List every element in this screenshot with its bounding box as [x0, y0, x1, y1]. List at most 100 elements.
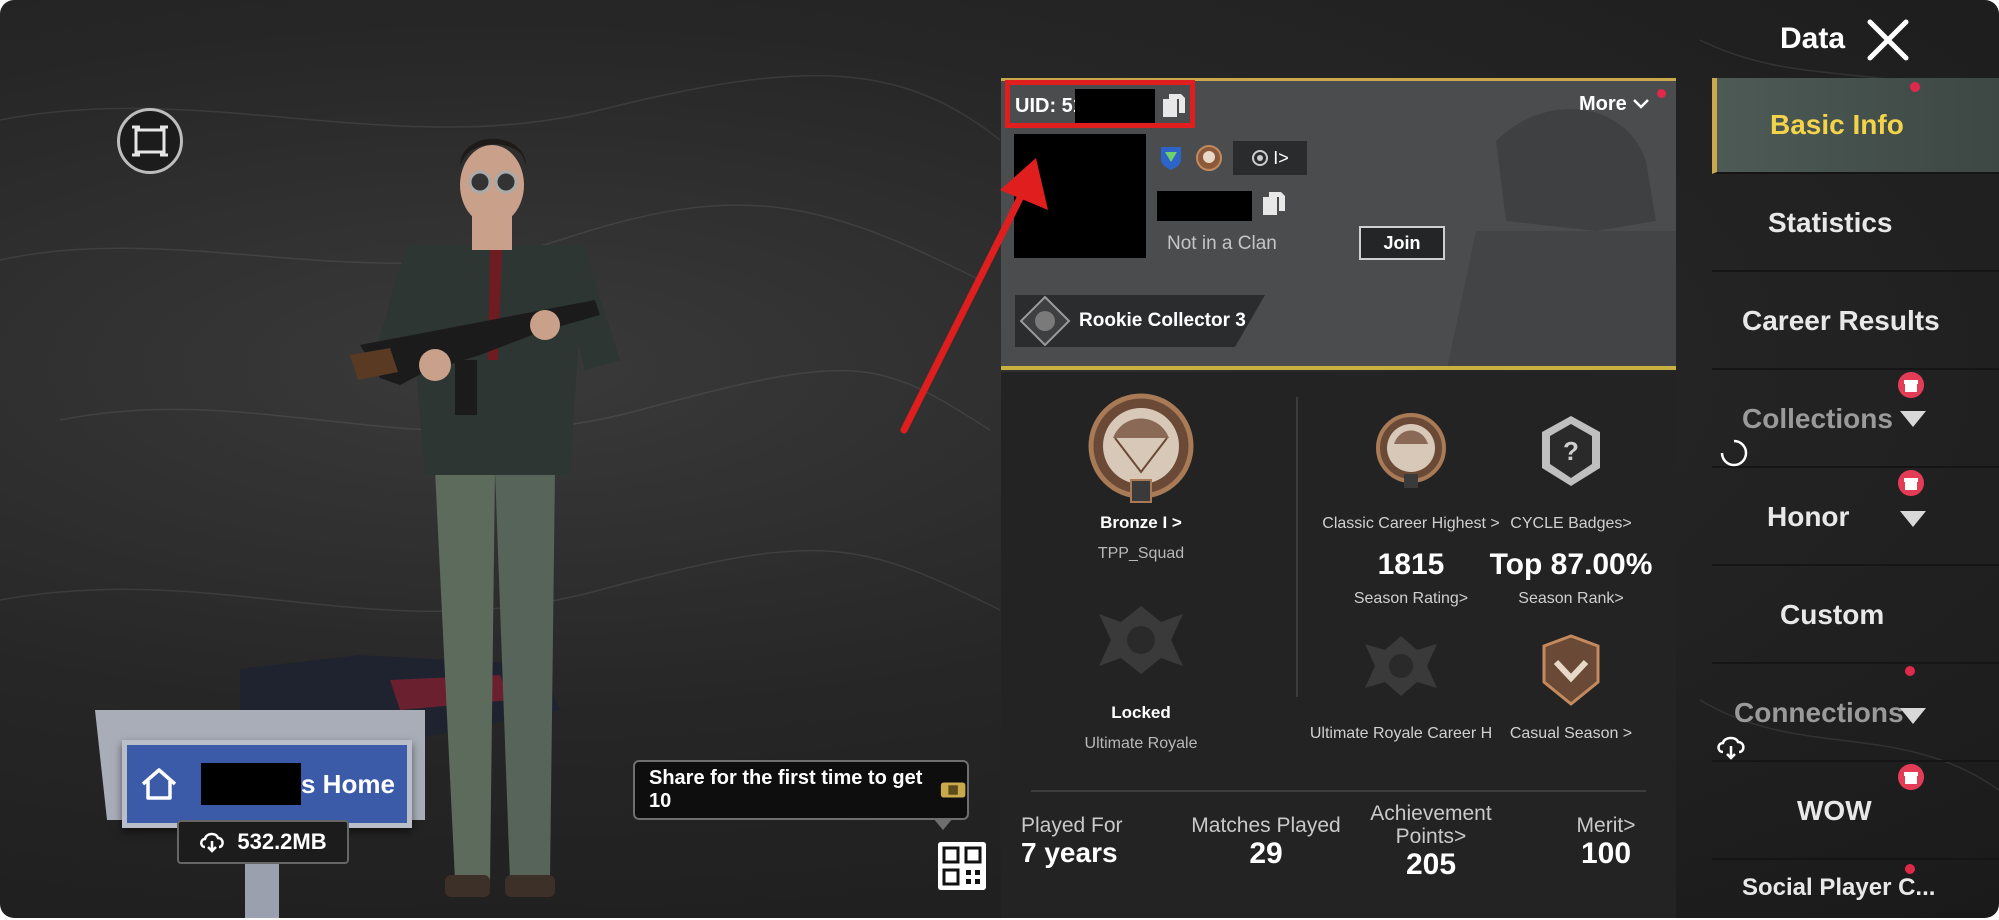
notification-dot	[1905, 666, 1915, 676]
season-rating[interactable]: 1815 Season Rating>	[1321, 548, 1501, 608]
shield-badge-icon[interactable]	[1157, 144, 1185, 172]
classic-highest-icon	[1376, 413, 1446, 488]
download-size-text: 532.2MB	[237, 829, 327, 854]
profile-badges: I>	[1157, 141, 1307, 175]
classic-highest-label: Classic Career Highest >	[1322, 515, 1500, 532]
chevron-down-icon	[1900, 708, 1926, 724]
merit-block[interactable]: Merit> 100	[1551, 814, 1661, 871]
achievement-label-line1: Achievement	[1370, 802, 1492, 825]
notification-dot	[1910, 82, 1920, 92]
divider	[1296, 397, 1298, 697]
sidebar-item-career-results[interactable]: Career Results	[1712, 274, 1999, 370]
ultimate-career-icon	[1365, 636, 1437, 696]
cycle-badges-label: CYCLE Badges>	[1510, 515, 1632, 532]
casual-season-icon	[1542, 634, 1600, 706]
sidebar-item-label: Career Results	[1742, 305, 1940, 336]
season-rank-label: Season Rank>	[1518, 590, 1624, 607]
achievement-points-block[interactable]: Achievement Points> 205	[1356, 802, 1506, 882]
svg-text:?: ?	[1563, 436, 1579, 466]
sidebar-item-label: Statistics	[1768, 207, 1893, 238]
season-rating-label: Season Rating>	[1353, 590, 1469, 607]
share-tooltip: Share for the first time to get 10	[633, 760, 969, 830]
app-screen: Data s Home 532.2MB Share for the first …	[0, 0, 1999, 918]
redacted-player-name	[201, 763, 301, 805]
merit-value: 100	[1580, 837, 1632, 870]
ultimate-career-block[interactable]: Ultimate Royale Career H	[1301, 632, 1501, 743]
sidebar-item-statistics[interactable]: Statistics	[1712, 176, 1999, 272]
qr-code-icon[interactable]	[938, 842, 986, 890]
more-button[interactable]: More	[1579, 93, 1650, 116]
sidebar-item-basic-info[interactable]: Basic Info	[1712, 78, 1999, 174]
home-button[interactable]: s Home	[122, 740, 412, 828]
sidebar-item-social-player[interactable]: Social Player C...	[1712, 862, 1999, 918]
rank-medal-icon[interactable]	[1195, 144, 1223, 172]
sidebar-item-label: Collections	[1742, 403, 1893, 434]
locked-tier-icon	[1099, 606, 1183, 674]
achievement-label-line2: Points>	[1395, 825, 1467, 848]
played-for-label: Played For	[1021, 814, 1123, 837]
cloud-download-icon	[1717, 736, 1745, 760]
played-for-value: 7 years	[1021, 837, 1118, 868]
gift-icon	[1898, 372, 1924, 398]
ultimate-block[interactable]: Locked Ultimate Royale	[1061, 600, 1221, 753]
sidebar-item-collections[interactable]: Collections	[1712, 372, 1999, 468]
fullscreen-toggle-button[interactable]	[117, 108, 183, 174]
sidebar-item-custom[interactable]: Custom	[1712, 568, 1999, 664]
main-tier-label: Bronze I >	[1100, 513, 1182, 532]
sidebar-item-label: Connections	[1734, 697, 1904, 728]
join-clan-button[interactable]: Join	[1359, 226, 1445, 260]
gift-icon	[1898, 764, 1924, 790]
season-rating-value: 1815	[1377, 548, 1445, 581]
page-title: Data	[1780, 22, 1846, 55]
sidebar-item-label: Basic Info	[1770, 109, 1904, 140]
tier-chip[interactable]: I>	[1233, 141, 1307, 175]
ultimate-career-label: Ultimate Royale Career H	[1309, 725, 1493, 742]
sidebar-item-label: WOW	[1797, 795, 1872, 826]
player-title: Rookie Collector 3	[1079, 310, 1246, 331]
sidebar-item-connections[interactable]: Connections	[1712, 666, 1999, 762]
played-for-block: Played For 7 years	[1021, 814, 1141, 869]
fullscreen-icon	[132, 125, 168, 157]
sidebar-item-label: Social Player C...	[1742, 874, 1936, 901]
ultimate-label: Ultimate Royale	[1084, 735, 1198, 752]
redacted-player-name	[1157, 191, 1252, 221]
loading-spinner-icon	[1720, 439, 1748, 467]
main-tier-block[interactable]: Bronze I > TPP_Squad	[1061, 392, 1221, 563]
sidebar-item-wow[interactable]: WOW	[1712, 764, 1999, 860]
more-label: More	[1579, 93, 1627, 115]
stats-panel: Bronze I > TPP_Squad Locked Ultimate Roy…	[1001, 372, 1676, 918]
chevron-down-icon	[1900, 511, 1926, 527]
home-icon	[141, 768, 177, 800]
cloud-download-icon	[200, 832, 225, 853]
cycle-badges-block[interactable]: ? CYCLE Badges>	[1491, 412, 1651, 533]
sidebar-item-label: Honor	[1767, 501, 1850, 532]
annotation-highlight-box	[1005, 80, 1195, 128]
coupon-icon	[940, 782, 966, 798]
profile-background-art	[1447, 108, 1676, 366]
ultimate-status: Locked	[1111, 703, 1171, 722]
main-tier-mode: TPP_Squad	[1097, 545, 1185, 562]
casual-season-label: Casual Season >	[1509, 725, 1633, 742]
sidebar: Basic Info Statistics Career Results Col…	[1712, 78, 1999, 918]
tier-chip-label: I>	[1273, 147, 1289, 168]
chevron-down-icon	[1900, 411, 1926, 427]
season-rank-value: Top 87.00%	[1489, 548, 1653, 581]
divider	[1031, 790, 1646, 792]
notification-dot	[1905, 864, 1915, 874]
sidebar-item-honor[interactable]: Honor	[1712, 470, 1999, 566]
classic-highest-block[interactable]: Classic Career Highest >	[1321, 412, 1501, 533]
matches-played-value: 29	[1249, 837, 1283, 870]
achievement-points-value: 205	[1405, 848, 1457, 881]
copy-name-icon[interactable]	[1259, 189, 1289, 219]
season-rank[interactable]: Top 87.00% Season Rank>	[1481, 548, 1661, 608]
matches-played-label: Matches Played	[1191, 814, 1341, 837]
cycle-badge-icon: ?	[1542, 416, 1600, 486]
chevron-down-icon	[1633, 99, 1650, 109]
download-size-badge[interactable]: 532.2MB	[177, 820, 349, 864]
close-icon[interactable]	[1862, 14, 1914, 66]
tier-icon	[1252, 150, 1269, 166]
clan-status: Not in a Clan	[1167, 233, 1277, 254]
notification-dot	[1657, 89, 1666, 98]
share-tooltip-text: Share for the first time to get 10	[649, 767, 923, 812]
casual-season-block[interactable]: Casual Season >	[1491, 632, 1651, 743]
